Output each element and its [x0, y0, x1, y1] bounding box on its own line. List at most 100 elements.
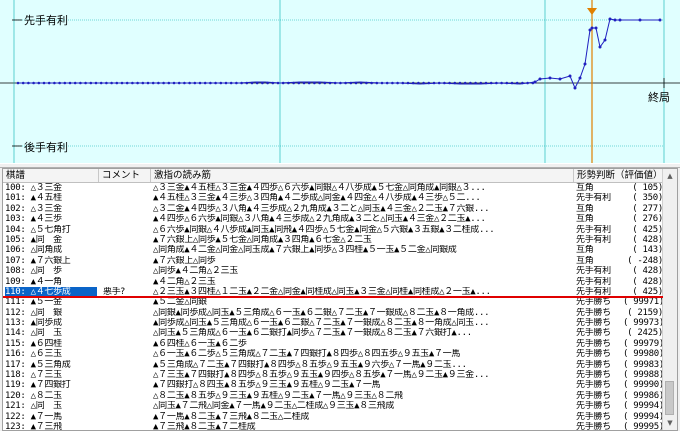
table-row[interactable]: 119: ▲７四銀打 ▲７四銀打△８四玉▲８五歩△９三玉▲９五桂△９二玉▲７一馬 先…: [3, 380, 663, 390]
cell-move: 121: △同 玉: [5, 401, 62, 412]
cell-move: 122: ▲７一馬: [5, 411, 62, 422]
table-row[interactable]: 106: △同角成 △同角成▲４二金△同金△同玉成▲７六銀上▲同歩△３四桂▲５一玉…: [3, 245, 663, 255]
evaluation-point: [32, 81, 35, 85]
table-row[interactable]: 118: △７三玉 △７三玉▲７四銀打▲８四歩△８五歩△９五玉▲９四歩△８五歩▲７…: [3, 370, 663, 380]
header-comment[interactable]: コメント: [99, 169, 151, 182]
header-reading[interactable]: 激指の読み筋: [151, 169, 574, 182]
table-row[interactable]: 108: △同 歩 △同歩▲４二角△２三玉 先手有利 ( 428): [3, 266, 663, 276]
cell-move: 114: △同 玉: [5, 328, 62, 339]
evaluation-point: [339, 81, 342, 85]
cell-value: ( 99990): [623, 380, 663, 391]
cell-move: 105: ▲同 金: [5, 234, 62, 245]
cell-judge: 先手勝ち: [576, 328, 611, 339]
evaluation-point: [94, 81, 98, 85]
evaluation-point: [526, 81, 529, 85]
scroll-down-icon[interactable]: ▼: [663, 416, 677, 430]
evaluation-point: [167, 81, 171, 85]
evaluation-point: [136, 81, 139, 85]
top-label: 先手有利: [24, 14, 68, 27]
cell-judge: 先手勝ち: [576, 390, 611, 401]
table-row[interactable]: 100: △３三金 △３三金▲４五桂△３三金▲４四歩△６六歩▲同銀△４八歩成▲５七…: [3, 183, 663, 193]
table-row[interactable]: 121: △同 玉 △同玉▲７二飛△同金▲７一馬▲９二玉△二桂成△９三玉▲８三飛成…: [3, 401, 663, 411]
cell-value: ( 277): [632, 203, 663, 214]
table-row[interactable]: 109: ▲４一角 ▲４二角△２三玉 先手有利 ( 428): [3, 277, 663, 287]
table-row[interactable]: 122: ▲７一馬 ▲７一馬▲８二玉▲７三飛▲８二玉△二桂成 先手勝ち ( 99994…: [3, 412, 663, 422]
table-row[interactable]: 114: △同 玉 △同玉▲５三角成△６一玉▲６二銀打▲同歩△７二玉▲７一銀成△８…: [3, 328, 663, 338]
cell-judge: 先手勝ち: [576, 421, 611, 431]
cell-reading: △７三玉▲７四銀打▲８四歩△８五歩△９五玉▲９四歩△８五歩▲７一馬△９二玉▲９三…: [153, 370, 490, 381]
table-row[interactable]: 102: △３三金 △３二金▲４四歩△３八角▲４三歩成△２九角成▲３二と△同玉▲４…: [3, 204, 663, 214]
evaluation-point: [495, 81, 498, 85]
cell-move: 104: △５七角打: [5, 224, 71, 235]
cell-judge: 先手勝ち: [576, 338, 611, 349]
evaluation-point: [432, 81, 436, 85]
cell-value: ( 99994): [623, 411, 663, 422]
evaluation-point: [209, 81, 212, 85]
cell-judge: 先手勝ち: [576, 297, 611, 308]
evaluation-point: [313, 81, 316, 85]
evaluation-point: [84, 81, 87, 85]
table-row[interactable]: 116: △６三玉 △６一玉▲６二歩△５三角成△７二玉▲７四銀打▲８四歩△８四五歩…: [3, 349, 663, 359]
header-judge[interactable]: 形勢判断（評価値）: [574, 169, 663, 182]
table-row[interactable]: 120: △８二玉 △８二玉▲８五歩△９三玉▲９五桂△９二玉▲７一馬△９三玉△８二…: [3, 391, 663, 401]
evaluation-point: [474, 81, 477, 85]
evaluation-graph[interactable]: 先手有利 後手有利 終局: [0, 0, 680, 164]
cell-reading: ▲４二角△２三玉: [153, 276, 216, 287]
cell-judge: 先手勝ち: [576, 411, 611, 422]
cell-reading: △３三金▲４五桂△３三金▲４四歩△６六歩▲同銀△４八歩成▲５七金△同角成▲同銀△…: [153, 183, 486, 193]
move-list[interactable]: 棋譜 コメント 激指の読み筋 形勢判断（評価値） 100: △３三金 △３三金▲４…: [2, 168, 678, 431]
cell-reading: △６一玉▲６二歩△５三角成△７二玉▲７四銀打▲８四歩△８四五歩△９五玉▲７一馬: [153, 349, 461, 360]
cell-value: ( 99971): [623, 297, 663, 308]
table-row[interactable]: 113: ▲同歩成 ▲同歩成△同玉▲５三角成△６一玉▲６二銀△７二玉▲７一銀成△８…: [3, 318, 663, 328]
scroll-thumb[interactable]: [665, 381, 674, 415]
table-row[interactable]: 101: ▲４五桂 ▲４五桂△３三金▲４三歩△３四角▲４二歩成△同金▲４四金△４八…: [3, 193, 663, 203]
table-row[interactable]: 111: ▲５一金 ▲５二金△同銀 先手勝ち ( 99971): [3, 297, 663, 307]
evaluation-point: [172, 81, 176, 85]
cell-judge: 先手有利: [576, 224, 611, 235]
evaluation-point: [583, 62, 587, 66]
cell-reading: △同玉▲７二飛△同金▲７一馬▲９二玉△二桂成△９三玉▲８三飛成: [153, 401, 395, 412]
evaluation-point: [568, 74, 572, 78]
cell-reading: ▲６四桂△６一玉▲６二歩: [153, 338, 247, 349]
evaluation-point: [287, 81, 290, 85]
table-row[interactable]: 117: ▲５三角成 ▲５三角成△７二玉▲７四銀打▲８四歩△８五歩△９五玉▲９六歩…: [3, 360, 663, 370]
header-move[interactable]: 棋譜: [3, 169, 99, 182]
table-row[interactable]: 105: ▲同 金 ▲７六銀上△同歩▲５七金△同角成▲３四角▲６七金△２二玉 先手有…: [3, 235, 663, 245]
evaluation-point: [618, 18, 622, 22]
table-row[interactable]: 107: ▲７六銀上 ▲７六銀上△同歩 互角 ( -248): [3, 256, 663, 266]
table-row[interactable]: 123: ▲７三飛 ▲７三飛▲８二玉▲７二桂成 先手勝ち ( 99995): [3, 421, 663, 431]
cell-move: 120: △８二玉: [5, 390, 62, 401]
evaluation-point: [63, 81, 67, 85]
cell-value: ( 99994): [623, 401, 663, 412]
table-row[interactable]: 103: ▲４三歩 ▲４四歩△６六歩▲同銀△３八角▲４三歩成△２九角成▲３二と△同…: [3, 214, 663, 224]
evaluation-point: [297, 81, 301, 85]
evaluation-point: [151, 81, 155, 85]
vertical-scrollbar[interactable]: ▲ ▼: [662, 169, 677, 430]
evaluation-point: [271, 81, 275, 85]
cell-reading: ▲４四歩△６六歩▲同銀△３八角▲４三歩成△２九角成▲３二と△同玉▲４三金△２二玉…: [153, 214, 486, 225]
evaluation-point: [453, 81, 457, 85]
evaluation-point: [406, 81, 410, 85]
evaluation-point: [131, 81, 134, 85]
evaluation-point: [162, 81, 165, 85]
cell-move: 118: △７三玉: [5, 370, 62, 381]
table-row[interactable]: 104: △５七角打 △６六歩▲同銀△４八歩成▲同玉▲同飛▲４四歩△５七金▲同金△…: [3, 225, 663, 235]
cell-value: ( 425): [632, 224, 663, 235]
cell-move: 116: △６三玉: [5, 349, 62, 360]
evaluation-point: [188, 81, 191, 85]
cell-move: 112: △同 銀: [5, 307, 62, 318]
evaluation-point: [638, 18, 642, 22]
evaluation-point: [105, 81, 108, 85]
table-row[interactable]: 112: △同 銀 △同銀▲同歩成△同玉▲５三角成△６一玉▲６二銀△７二玉▲７一銀…: [3, 308, 663, 318]
scroll-up-icon[interactable]: ▲: [663, 169, 677, 183]
evaluation-point: [590, 26, 594, 30]
evaluation-point: [578, 76, 582, 80]
cell-value: ( 428): [632, 276, 663, 287]
table-row[interactable]: 115: ▲６四桂 ▲６四桂△６一玉▲６二歩 先手勝ち ( 99979): [3, 339, 663, 349]
cell-value: ( -248): [627, 255, 663, 266]
cell-value: ( 99995): [623, 421, 663, 431]
evaluation-point: [484, 81, 488, 85]
evaluation-point: [21, 81, 25, 85]
evaluation-point: [99, 81, 103, 85]
cell-reading: ▲７一馬▲８二玉▲７三飛▲８二玉△二桂成: [153, 411, 310, 422]
